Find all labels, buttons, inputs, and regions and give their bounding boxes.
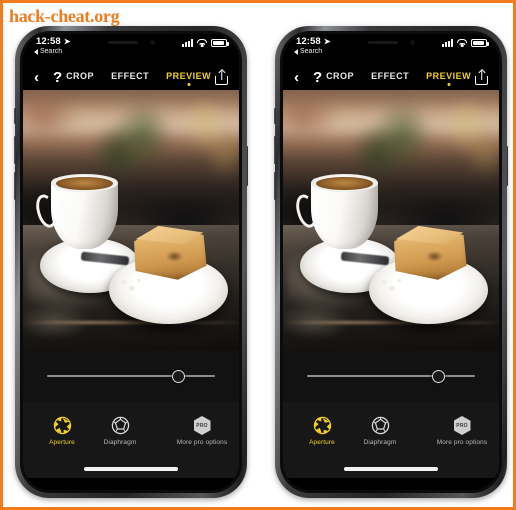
aperture-blur-slider[interactable]: [47, 369, 215, 383]
cake-detail: [425, 251, 443, 262]
slider-knob[interactable]: [171, 369, 185, 383]
pro-badge-label: PRO: [456, 422, 468, 429]
back-chevron-icon[interactable]: ‹: [34, 70, 39, 85]
tab-preview[interactable]: PREVIEW: [166, 71, 211, 83]
iphone-right-mockup: 12:58 ➤ Search ‹ ? CROP EFFECT PREVIEW A…: [274, 26, 508, 498]
bottom-toolbar: Aperture Diaphragm PRO More pro options: [23, 402, 239, 460]
bottom-toolbar: Aperture Diaphragm PRO More pro options: [283, 402, 499, 460]
location-arrow-icon: ➤: [323, 37, 331, 46]
tool-aperture[interactable]: Aperture: [293, 416, 351, 446]
watermark-text: hack-cheat.org: [9, 6, 120, 26]
help-question-icon[interactable]: ?: [313, 70, 322, 85]
home-indicator[interactable]: [23, 460, 239, 478]
phone-bezel: 12:58 ➤ Search ‹ ? CROP EFFECT PREVIEW A…: [280, 31, 502, 493]
share-icon[interactable]: [475, 68, 488, 85]
volume-down-button[interactable]: [14, 172, 16, 200]
iphone-left-mockup: 12:58 ➤ Search ‹ ? CROP EFFECT PREVIEW A…: [14, 26, 248, 498]
tool-more-pro-options-label: More pro options: [176, 439, 228, 446]
back-to-search-label: Search: [40, 48, 63, 55]
screenshot-canvas: hack-cheat.org 12:58 ➤ Search ‹ ? CROP E…: [0, 0, 516, 510]
editor-tabs: CROP EFFECT PREVIEW: [322, 71, 475, 83]
tool-aperture-label: Aperture: [49, 439, 75, 446]
tool-aperture[interactable]: Aperture: [33, 416, 91, 446]
app-nav-bar: ‹ ? CROP EFFECT PREVIEW: [283, 64, 499, 90]
help-question-icon[interactable]: ?: [53, 70, 62, 85]
editor-tabs: CROP EFFECT PREVIEW: [62, 71, 215, 83]
slider-strip: [23, 350, 239, 402]
photo-preview[interactable]: [23, 90, 239, 350]
tool-diaphragm-label: Diaphragm: [103, 439, 137, 446]
back-to-search-link[interactable]: Search: [34, 48, 62, 55]
phone-screen: 12:58 ➤ Search ‹ ? CROP EFFECT PREVIEW A…: [23, 34, 239, 490]
tool-diaphragm[interactable]: Diaphragm: [351, 416, 409, 446]
phone-bezel: 12:58 ➤ Search ‹ ? CROP EFFECT PREVIEW A…: [20, 31, 242, 493]
tool-aperture-label: Aperture: [309, 439, 335, 446]
cellular-signal-icon: [182, 39, 193, 47]
slider-knob[interactable]: [431, 369, 445, 383]
power-button[interactable]: [246, 146, 248, 186]
crumb: [381, 279, 387, 284]
mute-switch[interactable]: [14, 108, 16, 124]
app-nav-bar: ‹ ? CROP EFFECT PREVIEW: [23, 64, 239, 90]
wifi-icon: [197, 39, 207, 47]
photo-preview[interactable]: [283, 90, 499, 350]
diaphragm-icon: [111, 416, 129, 435]
location-arrow-icon: ➤: [63, 37, 71, 46]
back-chevron-icon[interactable]: ‹: [294, 70, 299, 85]
front-camera-icon: [409, 40, 415, 45]
volume-down-button[interactable]: [274, 172, 276, 200]
tool-more-pro-options[interactable]: PRO More pro options: [159, 416, 239, 446]
tab-preview[interactable]: PREVIEW: [426, 71, 471, 83]
status-time: 12:58: [36, 36, 61, 47]
front-camera-icon: [149, 40, 155, 45]
cake-detail: [165, 251, 183, 262]
status-indicators: [442, 39, 489, 47]
power-button[interactable]: [506, 146, 508, 186]
pro-badge-label: PRO: [196, 422, 208, 429]
battery-icon: [211, 39, 229, 47]
tool-diaphragm-label: Diaphragm: [363, 439, 397, 446]
tool-more-pro-options-label: More pro options: [436, 439, 488, 446]
status-time-group: 12:58 ➤: [296, 36, 331, 47]
tab-effect[interactable]: EFFECT: [111, 71, 149, 83]
phone-screen: 12:58 ➤ Search ‹ ? CROP EFFECT PREVIEW A…: [283, 34, 499, 490]
slider-strip: [283, 350, 499, 402]
volume-up-button[interactable]: [274, 136, 276, 164]
back-to-search-label: Search: [300, 48, 323, 55]
notch: [84, 34, 178, 51]
diaphragm-icon: [371, 416, 389, 435]
status-indicators: [182, 39, 229, 47]
wifi-icon: [457, 39, 467, 47]
pro-badge-icon: PRO: [453, 416, 471, 435]
earpiece-speaker-icon: [107, 41, 138, 44]
tool-diaphragm[interactable]: Diaphragm: [91, 416, 149, 446]
aperture-icon: [313, 416, 331, 435]
earpiece-speaker-icon: [367, 41, 398, 44]
cellular-signal-icon: [442, 39, 453, 47]
status-time: 12:58: [296, 36, 321, 47]
crumb: [121, 279, 127, 284]
notch: [344, 34, 438, 51]
back-triangle-icon: [34, 48, 38, 55]
share-icon[interactable]: [215, 68, 228, 85]
aperture-blur-slider[interactable]: [307, 369, 475, 383]
pro-badge-icon: PRO: [193, 416, 211, 435]
tool-more-pro-options[interactable]: PRO More pro options: [419, 416, 499, 446]
volume-up-button[interactable]: [14, 136, 16, 164]
tab-effect[interactable]: EFFECT: [371, 71, 409, 83]
home-indicator[interactable]: [283, 460, 499, 478]
status-time-group: 12:58 ➤: [36, 36, 71, 47]
back-triangle-icon: [294, 48, 298, 55]
mute-switch[interactable]: [274, 108, 276, 124]
battery-icon: [471, 39, 489, 47]
aperture-icon: [53, 416, 71, 435]
tab-crop[interactable]: CROP: [66, 71, 94, 83]
back-to-search-link[interactable]: Search: [294, 48, 322, 55]
tab-crop[interactable]: CROP: [326, 71, 354, 83]
